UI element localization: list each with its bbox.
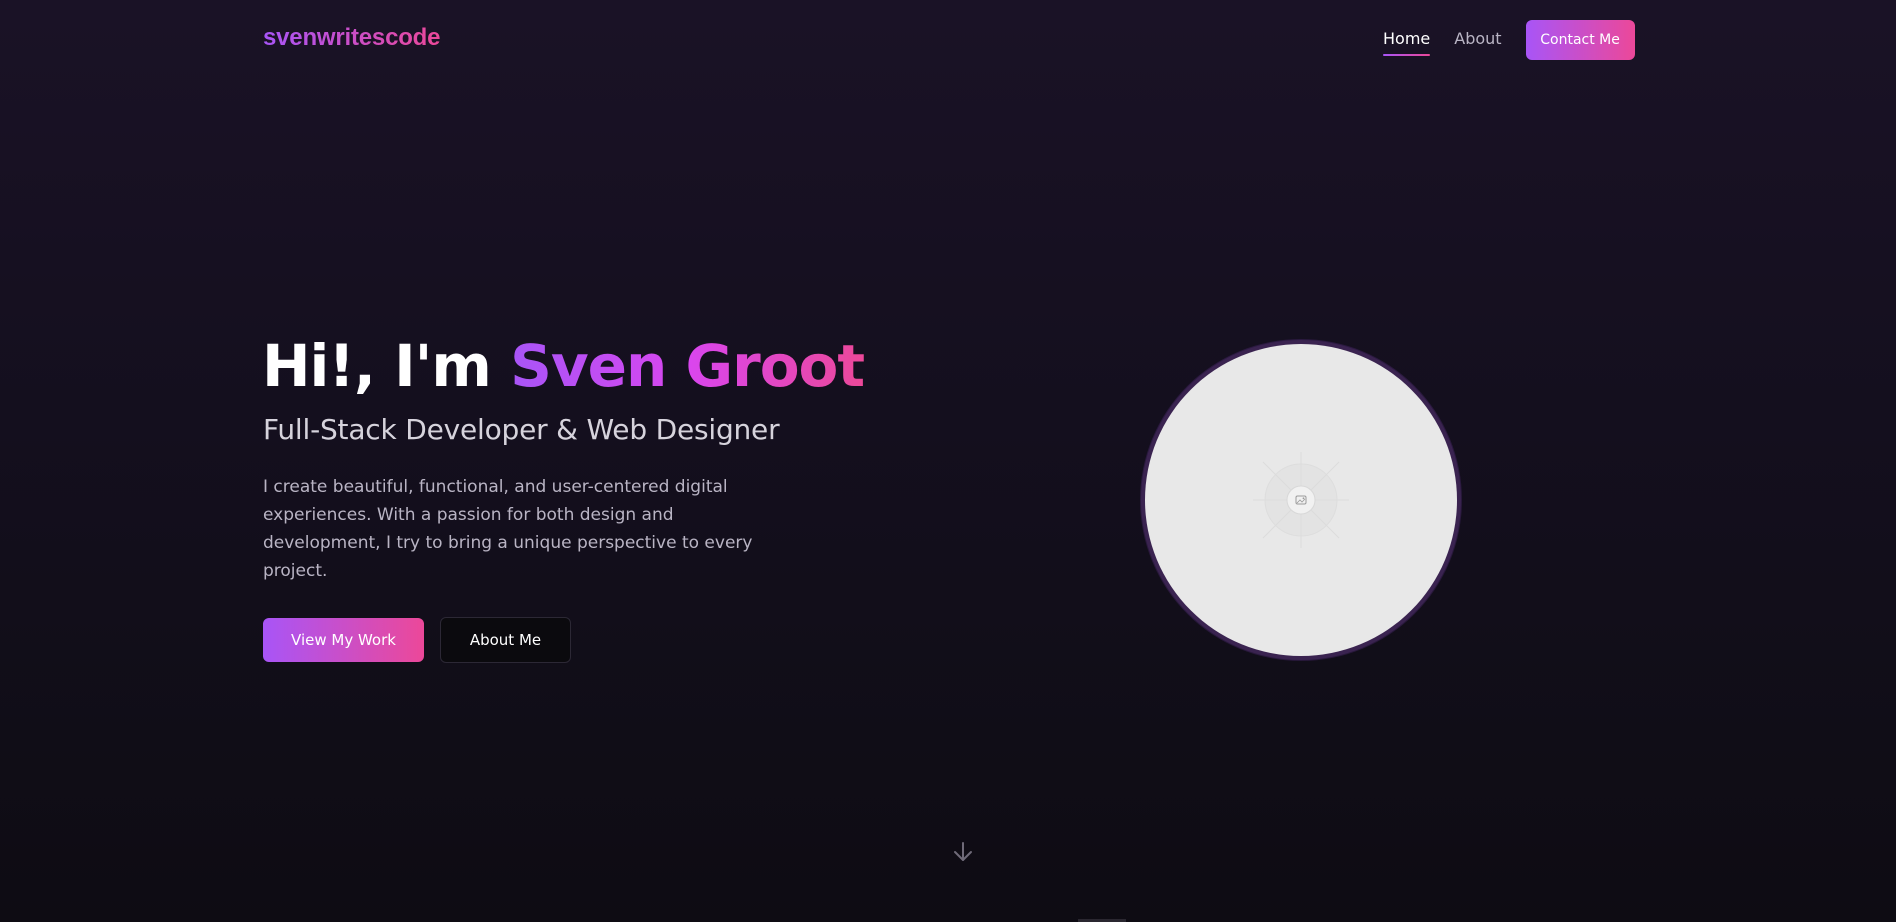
- image-icon: [1253, 452, 1349, 548]
- view-my-work-button[interactable]: View My Work: [263, 618, 424, 662]
- nav-link-home[interactable]: Home: [1383, 29, 1431, 56]
- hero-title: Hi!, I'm Sven Groot: [262, 330, 865, 402]
- site-logo[interactable]: svenwritescode: [263, 24, 440, 52]
- hero-description: I create beautiful, functional, and user…: [263, 477, 753, 581]
- hero-subtitle: Full-Stack Developer & Web Designer: [263, 413, 780, 446]
- hero-name: Sven Groot: [510, 332, 865, 400]
- hero-greeting: Hi!, I'm: [262, 332, 492, 400]
- arrow-down-icon[interactable]: [951, 840, 975, 864]
- navbar: svenwritescode Home About Contact Me: [0, 0, 1896, 80]
- contact-me-button[interactable]: Contact Me: [1525, 20, 1635, 60]
- nav-links: Home About Contact Me: [1383, 20, 1635, 60]
- profile-avatar-ring: [1141, 340, 1461, 660]
- profile-avatar: [1145, 344, 1457, 656]
- nav-link-about[interactable]: About: [1454, 29, 1501, 52]
- about-me-button[interactable]: About Me: [440, 617, 571, 663]
